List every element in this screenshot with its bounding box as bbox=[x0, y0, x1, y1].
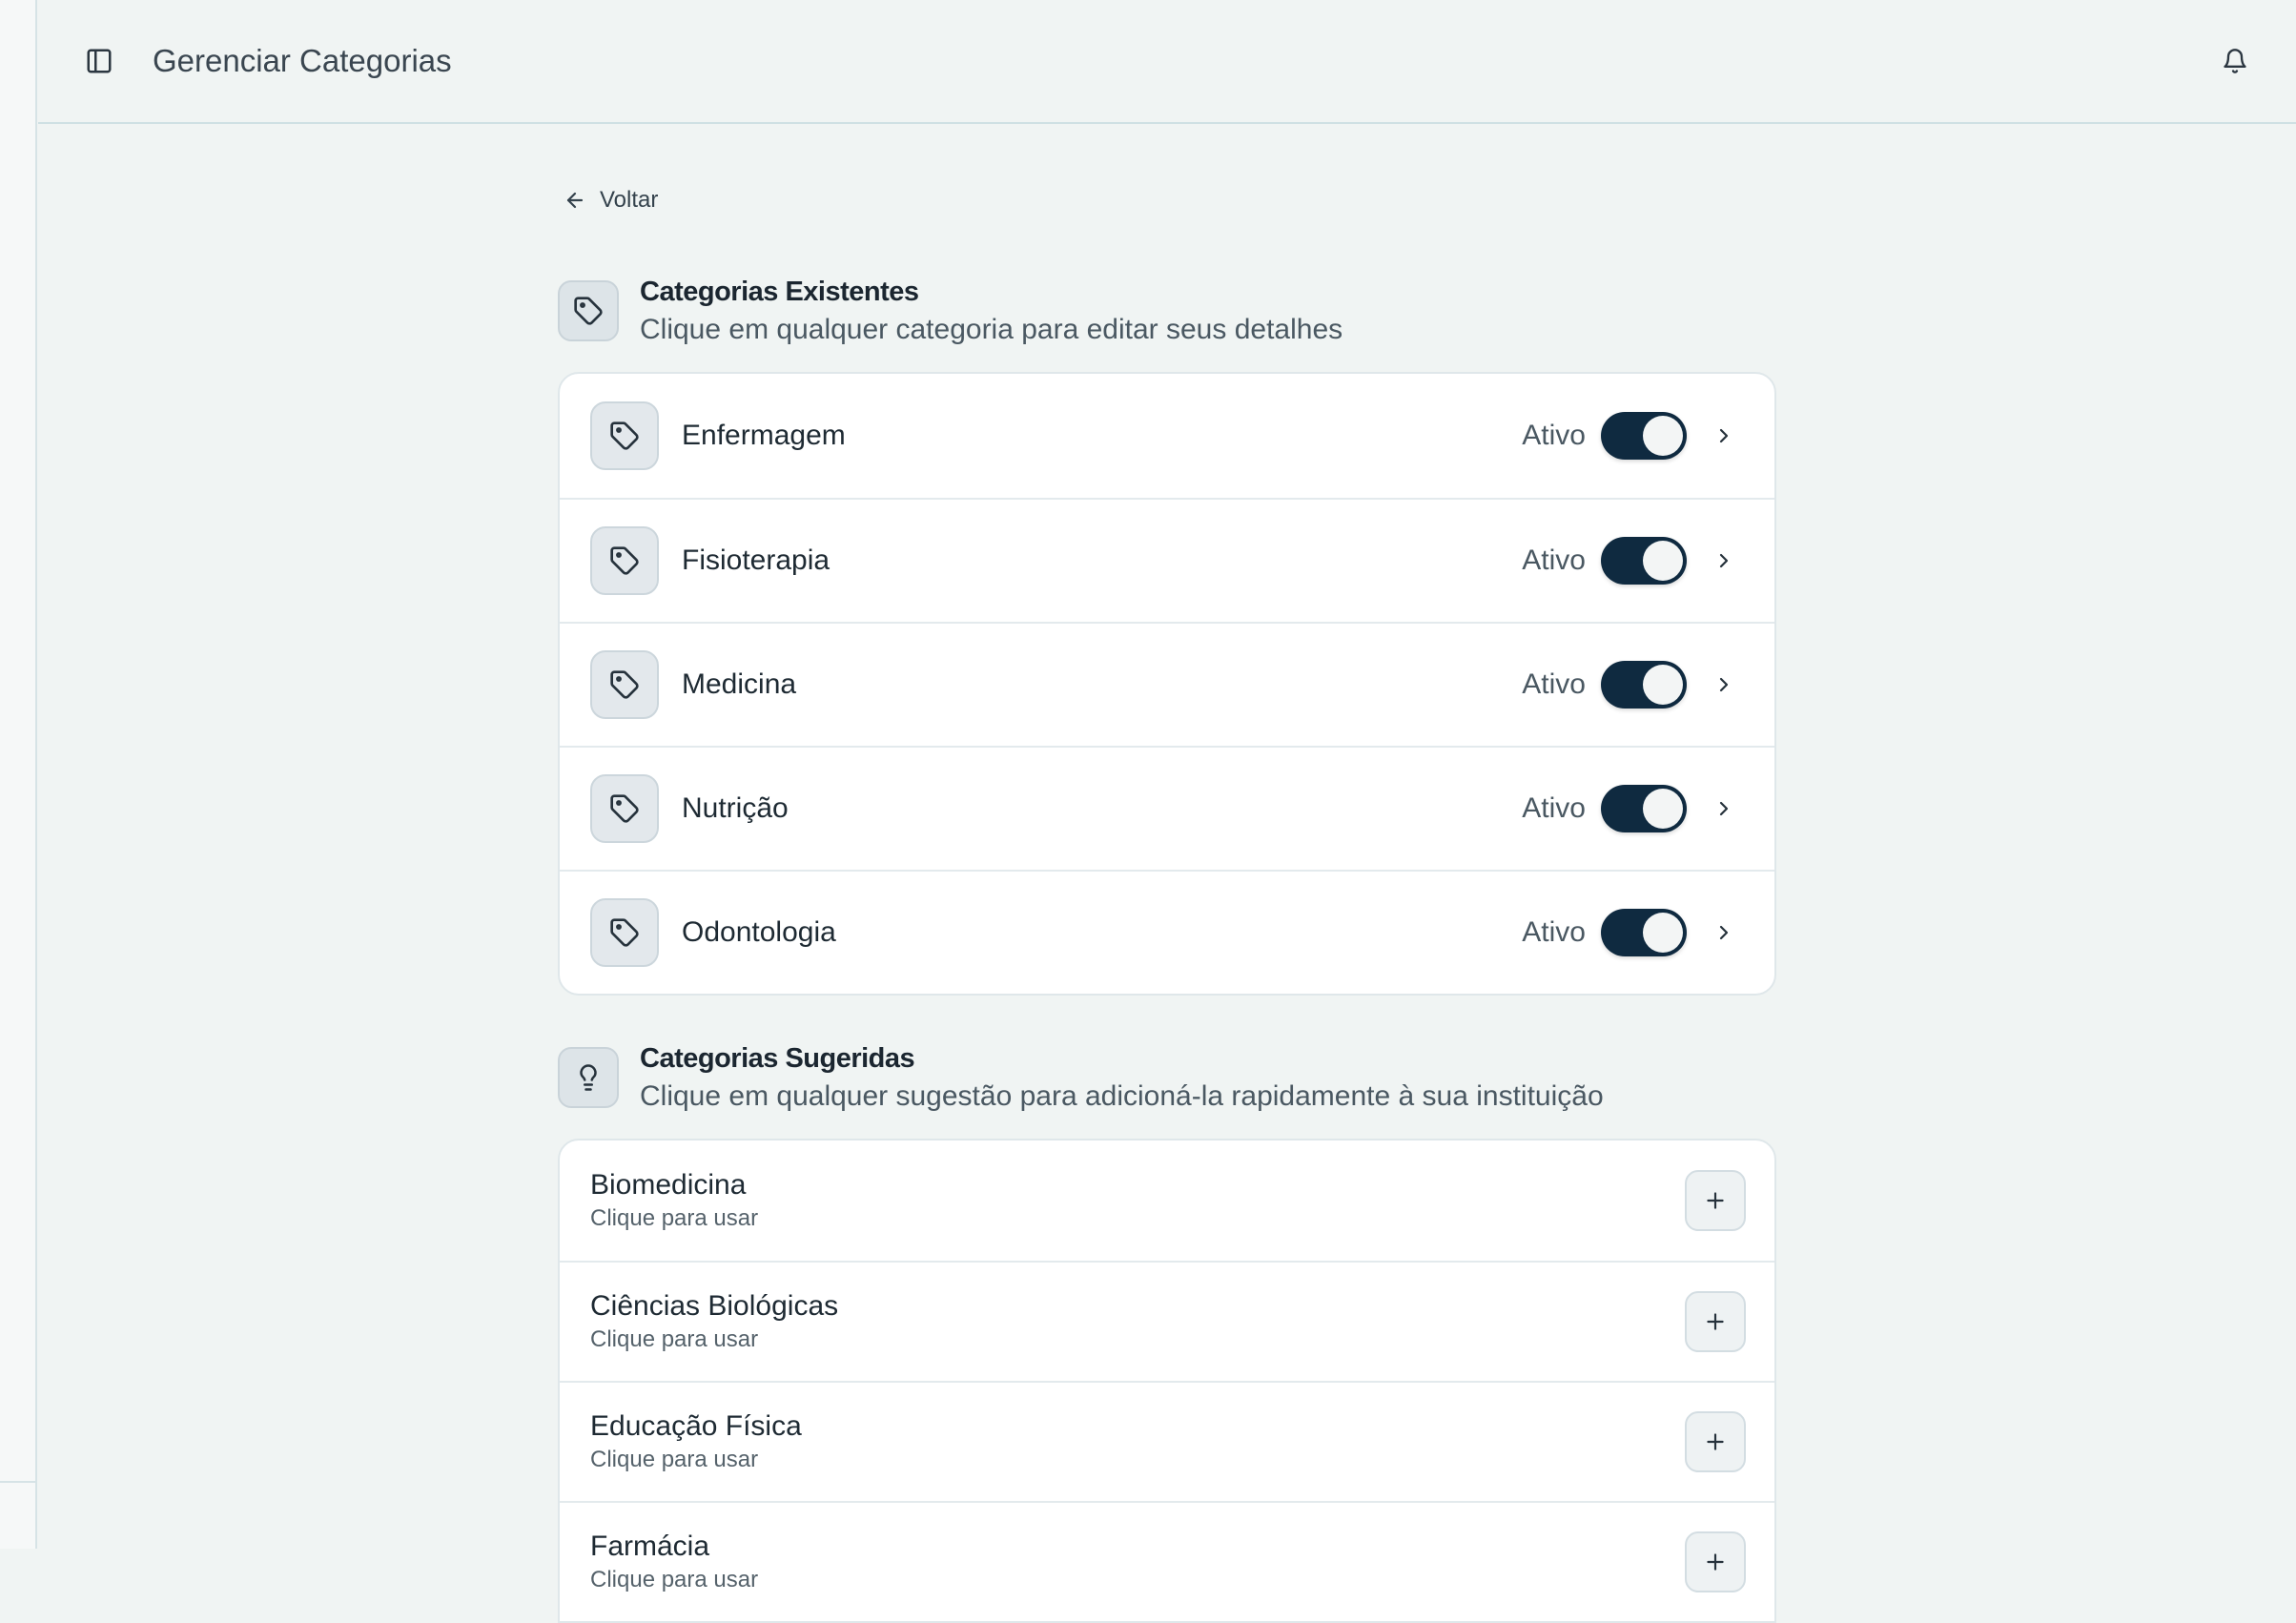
suggestion-hint: Clique para usar bbox=[590, 1205, 759, 1231]
suggestion-name: Biomedicina bbox=[590, 1169, 747, 1201]
toggle-knob bbox=[1643, 416, 1683, 456]
category-row[interactable]: Medicina Ativo bbox=[560, 622, 1774, 746]
suggested-section-subtitle: Clique em qualquer sugestão para adicion… bbox=[640, 1080, 1604, 1112]
existing-categories-section: Categorias Existentes Clique em qualquer… bbox=[558, 273, 1776, 996]
main-content: Voltar Categorias Existentes Clique em q… bbox=[558, 172, 1776, 1623]
category-status: Ativo bbox=[1522, 668, 1586, 700]
section-icon-box bbox=[558, 1047, 619, 1108]
tag-icon bbox=[574, 297, 603, 325]
category-icon-box bbox=[590, 401, 659, 470]
category-name: Fisioterapia bbox=[682, 544, 830, 576]
suggestion-hint: Clique para usar bbox=[590, 1567, 759, 1592]
category-name: Enfermagem bbox=[682, 420, 846, 451]
sidebar-divider bbox=[0, 1481, 35, 1483]
suggestion-name: Educação Física bbox=[590, 1410, 802, 1442]
open-category-button[interactable] bbox=[1710, 794, 1738, 823]
open-category-button[interactable] bbox=[1710, 670, 1738, 699]
top-bar: Gerenciar Categorias bbox=[38, 0, 2296, 124]
chevron-right-icon bbox=[1719, 801, 1729, 816]
category-name: Odontologia bbox=[682, 916, 836, 948]
tag-icon bbox=[610, 794, 639, 823]
suggestion-row[interactable]: Farmácia Clique para usar bbox=[560, 1501, 1774, 1621]
active-toggle[interactable] bbox=[1601, 537, 1687, 585]
plus-icon bbox=[1707, 1313, 1724, 1330]
sidebar-collapsed bbox=[0, 0, 37, 1549]
sidebar-toggle-button[interactable] bbox=[80, 42, 118, 80]
toggle-knob bbox=[1643, 541, 1683, 581]
suggestion-hint: Clique para usar bbox=[590, 1326, 759, 1352]
category-row[interactable]: Fisioterapia Ativo bbox=[560, 498, 1774, 622]
category-status: Ativo bbox=[1522, 792, 1586, 824]
suggestion-row[interactable]: Ciências Biológicas Clique para usar bbox=[560, 1261, 1774, 1381]
add-suggestion-button[interactable] bbox=[1685, 1291, 1746, 1352]
category-status: Ativo bbox=[1522, 916, 1586, 948]
open-category-button[interactable] bbox=[1710, 918, 1738, 947]
existing-section-header: Categorias Existentes Clique em qualquer… bbox=[558, 273, 1776, 349]
add-suggestion-button[interactable] bbox=[1685, 1531, 1746, 1592]
existing-section-title: Categorias Existentes bbox=[640, 277, 919, 307]
open-category-button[interactable] bbox=[1710, 546, 1738, 575]
active-toggle[interactable] bbox=[1601, 785, 1687, 832]
category-row[interactable]: Enfermagem Ativo bbox=[560, 374, 1774, 498]
chevron-right-icon bbox=[1719, 925, 1729, 940]
plus-icon bbox=[1707, 1553, 1724, 1571]
arrow-left-icon bbox=[566, 192, 584, 209]
suggested-categories-section: Categorias Sugeridas Clique em qualquer … bbox=[558, 1039, 1776, 1623]
add-suggestion-button[interactable] bbox=[1685, 1411, 1746, 1472]
back-label: Voltar bbox=[600, 187, 659, 213]
plus-icon bbox=[1707, 1192, 1724, 1209]
tag-icon bbox=[610, 670, 639, 699]
active-toggle[interactable] bbox=[1601, 412, 1687, 460]
suggested-section-header: Categorias Sugeridas Clique em qualquer … bbox=[558, 1039, 1776, 1116]
plus-icon bbox=[1707, 1433, 1724, 1450]
chevron-right-icon bbox=[1719, 553, 1729, 568]
add-suggestion-button[interactable] bbox=[1685, 1170, 1746, 1231]
toggle-knob bbox=[1643, 665, 1683, 705]
active-toggle[interactable] bbox=[1601, 909, 1687, 956]
suggestion-name: Farmácia bbox=[590, 1531, 710, 1562]
toggle-knob bbox=[1643, 789, 1683, 829]
lightbulb-icon bbox=[580, 1064, 597, 1091]
category-icon-box bbox=[590, 650, 659, 719]
existing-section-subtitle: Clique em qualquer categoria para editar… bbox=[640, 314, 1343, 345]
tag-icon bbox=[610, 421, 639, 450]
suggestion-row[interactable]: Educação Física Clique para usar bbox=[560, 1381, 1774, 1501]
page-title: Gerenciar Categorias bbox=[153, 43, 452, 78]
tag-icon bbox=[610, 918, 639, 947]
section-icon-box bbox=[558, 280, 619, 341]
suggestion-row[interactable]: Biomedicina Clique para usar bbox=[560, 1140, 1774, 1261]
category-name: Nutrição bbox=[682, 792, 789, 824]
sidebar-panel-icon bbox=[87, 49, 112, 73]
suggested-categories-list: Biomedicina Clique para usar Ciências Bi… bbox=[558, 1139, 1776, 1623]
suggestion-hint: Clique para usar bbox=[590, 1447, 759, 1472]
bell-icon bbox=[2224, 49, 2246, 73]
back-link[interactable]: Voltar bbox=[564, 172, 658, 229]
active-toggle[interactable] bbox=[1601, 661, 1687, 709]
category-icon-box bbox=[590, 898, 659, 967]
existing-categories-list: Enfermagem Ativo Fisioterapia Ativo Medi… bbox=[558, 372, 1776, 996]
category-row[interactable]: Odontologia Ativo bbox=[560, 870, 1774, 994]
notifications-button[interactable] bbox=[2216, 42, 2254, 80]
chevron-right-icon bbox=[1719, 428, 1729, 443]
suggestion-name: Ciências Biológicas bbox=[590, 1290, 839, 1322]
category-row[interactable]: Nutrição Ativo bbox=[560, 746, 1774, 870]
chevron-right-icon bbox=[1719, 677, 1729, 692]
toggle-knob bbox=[1643, 913, 1683, 953]
category-status: Ativo bbox=[1522, 544, 1586, 576]
category-status: Ativo bbox=[1522, 420, 1586, 451]
suggested-section-title: Categorias Sugeridas bbox=[640, 1043, 915, 1074]
category-name: Medicina bbox=[682, 668, 797, 700]
category-icon-box bbox=[590, 526, 659, 595]
tag-icon bbox=[610, 546, 639, 575]
open-category-button[interactable] bbox=[1710, 421, 1738, 450]
category-icon-box bbox=[590, 774, 659, 843]
